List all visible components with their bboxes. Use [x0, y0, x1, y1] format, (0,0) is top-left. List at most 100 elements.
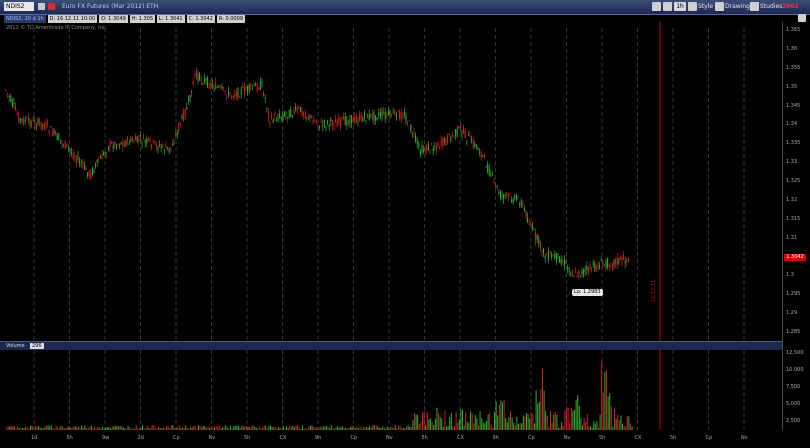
- volume-bar: [630, 423, 631, 430]
- price-tick: 1.31: [786, 234, 798, 241]
- volume-bar: [588, 426, 590, 430]
- candle-body: [461, 134, 463, 137]
- volume-bar: [9, 426, 11, 430]
- candle-body: [466, 140, 468, 142]
- volume-bar: [465, 412, 467, 430]
- candle-body: [242, 86, 244, 89]
- volume-bar: [404, 428, 406, 430]
- volume-bar: [214, 427, 215, 430]
- price-chart[interactable]: [0, 0, 810, 448]
- candle-body: [451, 133, 453, 135]
- candle-body: [149, 138, 151, 141]
- candle-body: [517, 197, 519, 199]
- current-price-tag: 1.3042: [784, 254, 806, 261]
- time-tick: 2d: [137, 435, 144, 441]
- volume-bar: [615, 418, 617, 430]
- candle-body: [546, 254, 548, 256]
- candle-body: [293, 109, 295, 114]
- volume-bar: [116, 425, 118, 430]
- volume-bar: [618, 420, 620, 430]
- candle-body: [621, 257, 623, 262]
- volume-bar: [198, 425, 199, 430]
- candle-body: [403, 112, 405, 117]
- candle-body: [274, 114, 276, 117]
- price-tick: 1.35: [786, 83, 798, 90]
- volume-bar: [23, 428, 25, 430]
- time-axis[interactable]: 1d 5h 9w 2d Cp Nv 5h CX 9h Cp Nv 5h CX 9h Cp Nv 5h CX 5h Cp…: [0, 432, 782, 448]
- volume-bar: [252, 425, 254, 430]
- volume-bar: [439, 416, 441, 430]
- volume-bar: [370, 427, 372, 430]
- volume-bar: [54, 428, 55, 430]
- candle-body: [34, 120, 36, 126]
- candle-body: [96, 159, 98, 163]
- candle-body: [157, 147, 159, 150]
- volume-bar: [438, 412, 439, 430]
- candle-body: [83, 164, 85, 170]
- volume-bar: [306, 428, 308, 430]
- volume-bar: [378, 427, 380, 430]
- volume-bar: [191, 427, 193, 430]
- volume-bar: [377, 426, 379, 430]
- volume-bar: [42, 428, 44, 430]
- volume-bar: [449, 417, 451, 430]
- volume-bar: [482, 422, 484, 430]
- volume-bar: [143, 428, 145, 430]
- candle-body: [442, 138, 444, 147]
- volume-bar: [138, 428, 140, 430]
- volume-bar: [215, 426, 217, 430]
- candle-body: [207, 77, 209, 87]
- candle-body: [536, 234, 538, 240]
- time-tick: CX: [457, 435, 464, 441]
- volume-bar: [167, 426, 169, 430]
- candle-body: [312, 120, 314, 124]
- volume-bar: [270, 425, 271, 430]
- volume-bar: [455, 411, 457, 430]
- volume-bar: [249, 427, 251, 430]
- candle-body: [344, 116, 346, 125]
- volume-bar: [586, 414, 588, 430]
- candle-body: [133, 141, 135, 143]
- volume-bar: [268, 425, 270, 430]
- candle-body: [10, 96, 12, 102]
- candle-body: [218, 86, 220, 88]
- candle-body: [275, 120, 277, 122]
- volume-axis[interactable]: 12,500 10,000 7,500 5,000 2,500: [782, 342, 810, 430]
- volume-bar: [119, 426, 121, 430]
- candle-body: [147, 137, 149, 141]
- volume-bar: [391, 426, 393, 430]
- volume-bar: [540, 388, 542, 430]
- time-tick: Nv: [741, 435, 748, 441]
- volume-bar: [478, 424, 479, 430]
- candle-body: [291, 115, 293, 118]
- candle-body: [365, 120, 367, 122]
- price-axis[interactable]: 1.365 1.36 1.355 1.35 1.345 1.34 1.335 1.33 1.32…: [782, 22, 810, 342]
- volume-bar: [28, 428, 30, 430]
- candle-body: [391, 115, 393, 118]
- candle-body: [99, 156, 101, 159]
- volume-bar: [297, 425, 299, 430]
- volume-bar: [407, 425, 409, 430]
- candle-body: [512, 199, 514, 204]
- volume-bar: [46, 425, 47, 430]
- candle-body: [219, 85, 221, 87]
- volume-bar: [230, 425, 231, 430]
- candle-body: [235, 91, 237, 97]
- candle-body: [378, 112, 380, 116]
- candle-body: [19, 118, 21, 121]
- volume-bar: [158, 426, 159, 430]
- volume-bar: [278, 427, 279, 430]
- candle-body: [136, 136, 138, 142]
- time-tick: 5h: [670, 435, 677, 441]
- volume-bar: [497, 415, 499, 430]
- volume-bar: [481, 418, 483, 430]
- candle-body: [538, 237, 540, 244]
- candle-body: [307, 118, 309, 119]
- candle-body: [40, 121, 42, 129]
- volume-bar: [105, 427, 107, 430]
- candle-body: [125, 140, 127, 147]
- volume-bar: [222, 427, 223, 430]
- candle-body: [522, 202, 524, 206]
- volume-bar: [566, 407, 567, 430]
- volume-bar: [382, 426, 383, 430]
